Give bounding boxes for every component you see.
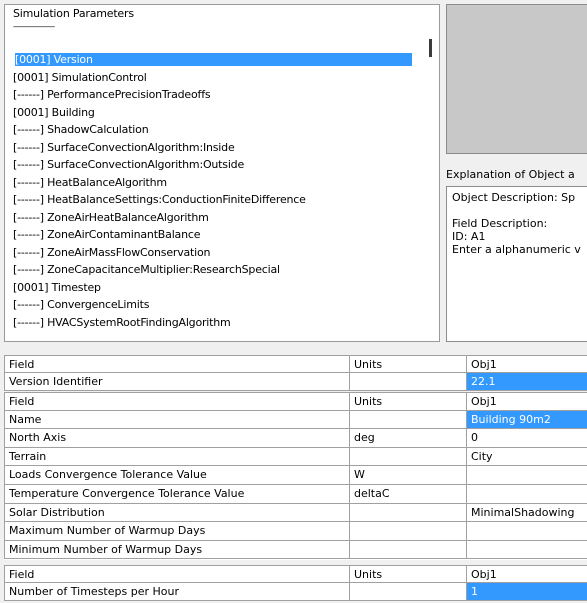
grid-row[interactable]: Terrain City [4, 447, 587, 467]
field-name-cell: Temperature Convergence Tolerance Value [4, 485, 350, 504]
value-cell[interactable]: MinimalShadowing [467, 503, 587, 523]
explanation-line: Field Description: [452, 217, 548, 230]
class-list-item[interactable]: [------] ZoneAirContaminantBalance [13, 228, 200, 241]
column-header-obj[interactable]: Obj1 [467, 392, 587, 411]
grid-row[interactable]: Name Building 90m2 [4, 410, 587, 430]
units-cell [350, 373, 467, 391]
class-list-item[interactable]: [------] PerformancePrecisionTradeoffs [13, 88, 211, 101]
value-cell[interactable]: City [467, 447, 587, 467]
class-list-item[interactable]: [------] SurfaceConvectionAlgorithm:Outs… [13, 158, 244, 171]
units-cell [350, 410, 467, 430]
class-list-item[interactable]: [------] ZoneCapacitanceMultiplier:Resea… [13, 263, 280, 276]
column-header-field[interactable]: Field [4, 355, 350, 373]
value-cell[interactable]: Building 90m2 [467, 410, 587, 430]
class-list-item[interactable]: [------] HeatBalanceSettings:ConductionF… [13, 193, 306, 206]
units-cell: deg [350, 429, 467, 448]
class-list-item[interactable]: [------] HeatBalanceAlgorithm [13, 176, 167, 189]
column-header-units[interactable]: Units [350, 392, 467, 411]
units-cell: W [350, 466, 467, 485]
timestep-grid[interactable]: Field Units Obj1 Number of Timesteps per Ho… [4, 565, 587, 601]
grid-row[interactable]: Minimum Number of Warmup Days [4, 540, 587, 560]
class-list-separator: --------------------------- [13, 23, 55, 31]
grid-row[interactable]: Version Identifier 22.1 [4, 373, 587, 391]
value-cell[interactable] [467, 522, 587, 541]
class-list-item[interactable]: [------] ZoneAirHeatBalanceAlgorithm [13, 211, 209, 224]
value-cell[interactable] [467, 540, 587, 560]
explanation-title: Explanation of Object a [446, 168, 575, 181]
column-header-units[interactable]: Units [350, 565, 467, 583]
units-cell [350, 447, 467, 467]
explanation-line: Object Description: Sp [452, 191, 576, 204]
field-name-cell: Maximum Number of Warmup Days [4, 522, 350, 541]
grid-row[interactable]: Temperature Convergence Tolerance Value d… [4, 485, 587, 504]
class-list-header: Simulation Parameters [13, 7, 134, 20]
value-cell[interactable]: 1 [467, 583, 587, 601]
value-cell[interactable] [467, 466, 587, 485]
grid-header-row: Field Units Obj1 [4, 355, 587, 373]
class-list-item[interactable]: [0001] Building [13, 106, 95, 119]
class-list-item[interactable]: [0001] Timestep [13, 281, 101, 294]
class-list-item[interactable]: [------] ZoneAirMassFlowConservation [13, 246, 211, 259]
value-cell[interactable]: 22.1 [467, 373, 587, 391]
preview-pane [446, 4, 587, 154]
grid-row[interactable]: Solar Distribution MinimalShadowing [4, 503, 587, 523]
column-header-field[interactable]: Field [4, 392, 350, 411]
units-cell [350, 540, 467, 560]
column-header-obj[interactable]: Obj1 [467, 565, 587, 583]
field-name-cell: North Axis [4, 429, 350, 448]
field-name-cell: Name [4, 410, 350, 430]
grid-row[interactable]: Number of Timesteps per Hour 1 [4, 583, 587, 601]
class-list-item[interactable]: [0001] Version [15, 53, 412, 66]
units-cell [350, 503, 467, 523]
units-cell [350, 583, 467, 601]
field-name-cell: Number of Timesteps per Hour [4, 583, 350, 601]
grid-header-row: Field Units Obj1 [4, 392, 587, 411]
grid-row[interactable]: North Axis deg 0 [4, 429, 587, 448]
class-list-item[interactable]: [0001] SimulationControl [13, 71, 147, 84]
grid-row[interactable]: Maximum Number of Warmup Days [4, 522, 587, 541]
units-cell: deltaC [350, 485, 467, 504]
field-name-cell: Minimum Number of Warmup Days [4, 540, 350, 560]
field-name-cell: Terrain [4, 447, 350, 467]
value-cell[interactable]: 0 [467, 429, 587, 448]
value-cell[interactable] [467, 485, 587, 504]
class-list[interactable]: Simulation Parameters ------------------… [4, 4, 440, 342]
class-list-item[interactable]: [------] HVACSystemRootFindingAlgorithm [13, 316, 231, 329]
class-list-item[interactable]: [------] ShadowCalculation [13, 123, 149, 136]
field-name-cell: Solar Distribution [4, 503, 350, 523]
field-name-cell: Loads Convergence Tolerance Value [4, 466, 350, 485]
grid-header-row: Field Units Obj1 [4, 565, 587, 583]
version-grid[interactable]: Field Units Obj1 Version Identifier 22.1 [4, 355, 587, 391]
list-scroll-thumb[interactable] [429, 39, 432, 57]
field-name-cell: Version Identifier [4, 373, 350, 391]
grid-row[interactable]: Loads Convergence Tolerance Value W [4, 466, 587, 485]
explanation-box: Object Description: Sp Field Description:… [446, 186, 587, 342]
class-list-item[interactable]: [------] SurfaceConvectionAlgorithm:Insi… [13, 141, 235, 154]
column-header-field[interactable]: Field [4, 565, 350, 583]
column-header-units[interactable]: Units [350, 355, 467, 373]
building-grid[interactable]: Field Units Obj1 Name Building 90m2 North Axi… [4, 392, 587, 560]
units-cell [350, 522, 467, 541]
explanation-line: ID: A1 [452, 230, 486, 243]
column-header-obj[interactable]: Obj1 [467, 355, 587, 373]
class-list-item[interactable]: [------] ConvergenceLimits [13, 298, 149, 311]
explanation-line: Enter a alphanumeric v [452, 243, 581, 256]
